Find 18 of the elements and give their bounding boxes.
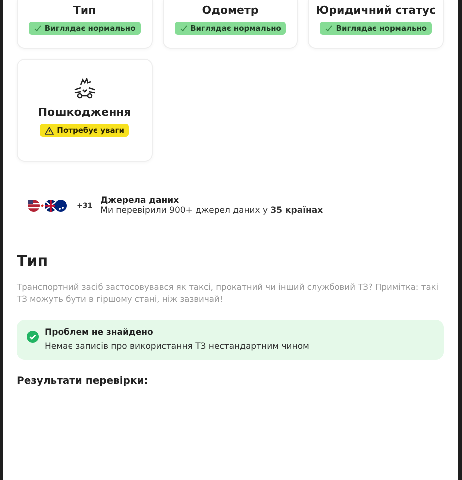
check-circle-icon — [27, 330, 39, 343]
card-title: Тип — [73, 4, 96, 17]
section-title: Тип — [17, 252, 50, 270]
country-flags-icon — [27, 198, 69, 214]
warning-icon — [45, 126, 54, 134]
result-text: Немає записів про використання ТЗ нестандартним чином — [45, 342, 310, 352]
car-crash-icon — [72, 78, 97, 100]
card-title: Юридичний статус — [316, 4, 436, 17]
results-heading: Результати перевірки: — [17, 376, 150, 387]
section-description: Транспортний засіб застосовувався як таксі, прокатний чи інший службовий ТЗ? Примітка: такі ТЗ можуть бути в гіршому стані, ніж зазвичай! — [17, 281, 440, 306]
sources-title: Джерела даних — [100, 196, 180, 206]
sources-text: Ми перевірили 900+ джерел даних у 35 країнах — [100, 206, 324, 216]
check-icon — [34, 25, 42, 32]
check-icon — [180, 25, 188, 32]
result-title: Проблем не знайдено — [45, 328, 154, 338]
card-title: Пошкодження — [38, 106, 132, 119]
card-title: Одометр — [202, 4, 259, 17]
check-icon — [325, 25, 334, 32]
